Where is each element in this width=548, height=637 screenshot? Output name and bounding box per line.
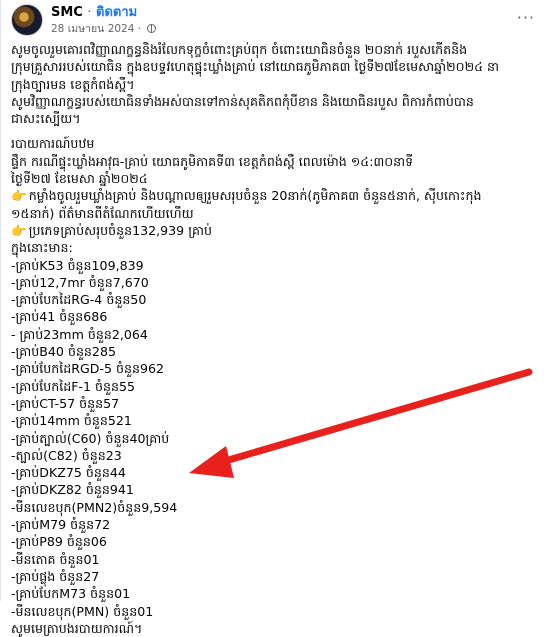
list-item: -គ្រាប់DKZ82 ចំនួន941 <box>11 482 134 498</box>
list-item: -គ្រាប់បែកM73 ចំនួន01 <box>11 586 131 602</box>
post-body: សូមចូលរួមគោរពវិញ្ញាណក្ខន្ធនិងរំលែកទុក្ខច… <box>11 41 537 637</box>
report-line: ថ្ងៃទី២៧ ខែមេសា ឆ្នាំ២០២៤ <box>11 171 148 187</box>
list-item: -គ្រាប់បែកដៃRGD-5 ចំនួន962 <box>11 361 165 377</box>
casualty-line: 👉 កម្លាំងចូលរួមឃ្លាំងគ្រាប់ និងបណ្តាលឲ្យរ… <box>11 187 537 204</box>
list-item: -គ្រាប់K53 ចំនួន109,839 <box>11 257 144 273</box>
list-item: -គ្រាប់14mm ចំនួន521 <box>11 413 132 429</box>
casualty-text: កម្លាំងចូលរួមឃ្លាំងគ្រាប់ និងបណ្តាលឲ្យរួ… <box>28 188 482 204</box>
intro-line: ជាសះស្បើយ។ <box>11 111 81 127</box>
list-item: -គ្រាប់M79 ចំនួន72 <box>11 517 111 533</box>
list-item: -គ្រាប់41 ចំនួន686 <box>11 309 108 325</box>
more-options-button[interactable]: ··· <box>517 10 535 26</box>
pointing-hand-icon: 👉 <box>11 222 27 238</box>
list-item: -គ្រាប់B40 ចំនួន285 <box>11 344 116 360</box>
intro-line: សូមវិញ្ញាណក្ខន្ធរបស់យោធិនទាំងអស់បានទៅកាន… <box>11 93 474 109</box>
list-item: -ត្បាល់(C82) ចំនួន23 <box>11 447 122 463</box>
report-line: ផ្ទឹក ករណីផ្ទុះឃ្លាំងអាវុធ-គ្រាប់ យោធភូម… <box>11 153 414 169</box>
page-name-row: SMC · ติดตาม <box>51 5 137 21</box>
list-item: -មីនលេខបុក(PMN) ចំនួន01 <box>11 603 154 619</box>
follow-button[interactable]: ติดตาม <box>96 5 137 20</box>
list-item: -គ្រាប់ផ្លុង ចំនួន27 <box>11 568 100 584</box>
total-text: ប្រភេទគ្រាប់សរុបចំនួន132,939 គ្រាប់ <box>28 222 212 238</box>
intro-line: ក្រុងច្បារមន ខេត្តកំពង់ស្ពឺ។ <box>11 76 135 92</box>
total-line: 👉 ប្រភេទគ្រាប់សរុបចំនួន132,939 គ្រាប់ <box>11 222 537 239</box>
globe-icon <box>147 24 157 33</box>
breakdown-heading: ក្នុងនោះមាន: <box>11 240 73 256</box>
post-header: SMC · ติดตาม 28 เมษายน 2024 · ··· <box>11 4 541 38</box>
list-item: -គ្រាប់បែកដៃRG-4 ចំនួន50 <box>11 292 147 308</box>
list-item: - គ្រាប់23mm ចំនួន2,064 <box>11 326 148 342</box>
separator-dot: · <box>87 5 92 20</box>
facebook-post: SMC · ติดตาม 28 เมษายน 2024 · ··· សូមចូល… <box>0 0 548 636</box>
list-item: -គ្រាប់CT-57 ចំនួន57 <box>11 395 120 411</box>
intro-line: ក្រុមគ្រួសាររបស់យោធិន ក្នុងឧបទ្ទវហេតុផ្ទ… <box>11 59 500 75</box>
report-heading: របាយការណ៍បឋម <box>11 136 95 152</box>
list-item: -គ្រាប់បែកដៃF-1 ចំនួន55 <box>11 378 136 394</box>
page-name-link[interactable]: SMC <box>51 5 83 20</box>
list-item: -គ្រាប់12,7mr ចំនួន7,670 <box>11 274 149 290</box>
list-item-highlighted: -មីនលេខបុក(PMN2)ចំនួន9,594 <box>11 499 178 515</box>
page-avatar[interactable] <box>11 4 43 36</box>
list-item: -គ្រាប់ត្បាល់(C60) ចំនួន40គ្រាប់ <box>11 430 170 446</box>
list-item: -គ្រាប់DKZ75 ចំនួន44 <box>11 465 126 481</box>
list-item: -មីនតោគ ចំនួន01 <box>11 551 100 567</box>
pointing-hand-icon: 👉 <box>11 188 27 204</box>
casualty-line-2: ១៥នាក់) ព័ត៌មានពីតំណែកហើយហើយ <box>11 205 194 221</box>
post-date-link[interactable]: 28 เมษายน 2024 <box>51 23 134 35</box>
separator-dot-2: · <box>137 23 142 35</box>
closing-line: សូមមេត្រាបងរបាយការណ៍។ <box>11 620 143 636</box>
intro-line: សូមចូលរួមគោរពវិញ្ញាណក្ខន្ធនិងរំលែកទុក្ខច… <box>11 42 468 57</box>
post-meta: 28 เมษายน 2024 · <box>51 23 157 36</box>
list-item: -គ្រាប់P89 ចំនួន06 <box>11 534 107 550</box>
